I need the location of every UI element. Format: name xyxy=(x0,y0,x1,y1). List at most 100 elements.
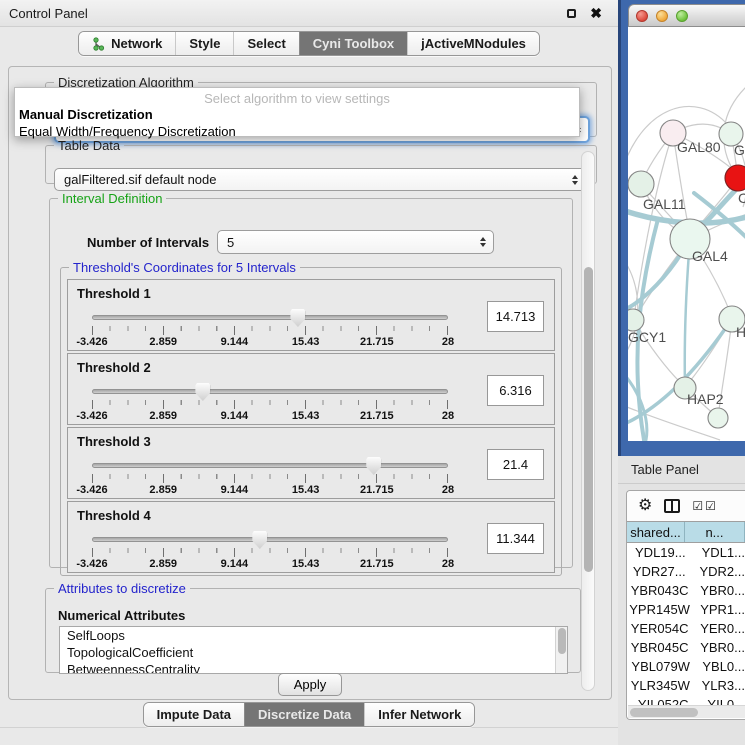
table-row[interactable]: YDR27...YDR2... xyxy=(627,562,745,581)
slider-tick-labels: -3.426 2.859 9.144 15.43 21.715 28 xyxy=(92,410,448,422)
node-label: GAL11 xyxy=(643,196,686,212)
list-scrollbar[interactable] xyxy=(555,627,567,673)
tick-label: -3.426 xyxy=(76,410,107,422)
slider-major-ticks xyxy=(92,548,448,557)
tick-label: -3.426 xyxy=(76,484,107,496)
threshold-value-input[interactable]: 11.344 xyxy=(487,523,544,554)
tick-label: -3.426 xyxy=(76,336,107,348)
tick-label: 15.43 xyxy=(292,336,320,348)
node-partial-bottom[interactable] xyxy=(708,408,728,428)
threshold-row: Threshold 4 -3.426 2.859 9.144 15.43 xyxy=(67,501,555,573)
columns-icon[interactable] xyxy=(664,499,680,513)
tab-network-label: Network xyxy=(111,36,162,51)
slider-track[interactable] xyxy=(92,537,448,542)
threshold-row: Threshold 2 -3.426 2.859 9.144 15.43 xyxy=(67,353,555,425)
tab-discretize-data[interactable]: Discretize Data xyxy=(244,703,364,726)
table-row[interactable]: YLR345WYLR3... xyxy=(627,676,745,695)
tick-label: 9.144 xyxy=(221,410,249,422)
table-body: YDL19...YDL1... YDR27...YDR2... YBR043CY… xyxy=(627,543,745,714)
table-row[interactable]: YDL19...YDL1... xyxy=(627,543,745,562)
tick-label: 2.859 xyxy=(149,336,177,348)
threshold-value-input[interactable]: 14.713 xyxy=(487,301,544,332)
panel-scrollbar-thumb[interactable] xyxy=(584,267,593,572)
checkbox-icon[interactable]: ☑ xyxy=(705,500,716,512)
zoom-traffic-light-icon[interactable] xyxy=(676,10,688,22)
cyni-toolbox-content: Discretization Algorithm Select algorith… xyxy=(8,66,612,700)
threshold-slider[interactable]: -3.426 2.859 9.144 15.43 21.715 28 xyxy=(92,307,448,349)
threshold-slider[interactable]: -3.426 2.859 9.144 15.43 21.715 28 xyxy=(92,455,448,497)
tick-label: 15.43 xyxy=(292,410,320,422)
slider-thumb[interactable] xyxy=(366,457,381,475)
screen: Control Panel ✖ Network Style S xyxy=(0,0,745,745)
network-canvas[interactable]: GAL80 GA C GAL11 GAL4 GCY1 H HAP2 xyxy=(628,27,745,441)
minimize-traffic-light-icon[interactable] xyxy=(656,10,668,22)
numerical-attributes-list[interactable]: SelfLoops TopologicalCoefficient Between… xyxy=(59,626,568,674)
list-item[interactable]: TopologicalCoefficient xyxy=(60,644,567,661)
network-window-titlebar[interactable] xyxy=(628,4,745,27)
tab-select[interactable]: Select xyxy=(233,32,298,55)
table-data-group-title: Table Data xyxy=(54,138,124,153)
slider-thumb[interactable] xyxy=(252,531,267,549)
threshold-slider[interactable]: -3.426 2.859 9.144 15.43 21.715 28 xyxy=(92,529,448,571)
gear-icon[interactable]: ⚙ xyxy=(638,498,652,514)
node-label: GAL4 xyxy=(692,248,728,264)
float-window-icon[interactable] xyxy=(567,9,576,18)
close-icon[interactable]: ✖ xyxy=(590,6,602,20)
tab-style[interactable]: Style xyxy=(175,32,233,55)
table-row[interactable]: YBL079WYBL0... xyxy=(627,657,745,676)
tick-label: 15.43 xyxy=(292,558,320,570)
node-gal11[interactable] xyxy=(628,171,654,197)
node-label: GCY1 xyxy=(628,329,666,345)
slider-track[interactable] xyxy=(92,315,448,320)
list-item[interactable]: SelfLoops xyxy=(60,627,567,644)
tick-label: 28 xyxy=(442,484,454,496)
slider-thumb[interactable] xyxy=(290,309,305,327)
control-panel-titlebar: Control Panel ✖ xyxy=(0,0,618,27)
num-intervals-label: Number of Intervals xyxy=(87,235,209,250)
node-red-selected[interactable] xyxy=(725,165,745,191)
node-label: GAL80 xyxy=(677,139,721,155)
slider-thumb[interactable] xyxy=(195,383,210,401)
close-traffic-light-icon[interactable] xyxy=(636,10,648,22)
column-header-name[interactable]: n... xyxy=(685,522,745,542)
num-intervals-combobox[interactable]: 5 xyxy=(217,230,494,254)
popup-option-manual[interactable]: Manual Discretization xyxy=(15,106,579,123)
tab-cyni-toolbox[interactable]: Cyni Toolbox xyxy=(299,32,407,55)
tab-infer-network[interactable]: Infer Network xyxy=(364,703,474,726)
table-data-selected: galFiltered.sif default node xyxy=(64,172,216,187)
table-scrollbar-thumb[interactable] xyxy=(630,708,698,717)
slider-major-ticks xyxy=(92,474,448,483)
tab-network[interactable]: Network xyxy=(79,32,175,55)
table-row[interactable]: YER054CYER0... xyxy=(627,619,745,638)
table-row[interactable]: YBR045CYBR0... xyxy=(627,638,745,657)
panel-scrollbar[interactable] xyxy=(581,151,595,691)
network-view-window: GAL80 GA C GAL11 GAL4 GCY1 H HAP2 xyxy=(618,0,745,456)
list-scrollbar-thumb[interactable] xyxy=(558,628,566,654)
column-header-shared-name[interactable]: shared... xyxy=(627,522,685,542)
algorithm-dropdown-popup: Select algorithm to view settings Manual… xyxy=(14,87,580,137)
tick-label: 28 xyxy=(442,558,454,570)
threshold-slider[interactable]: -3.426 2.859 9.144 15.43 21.715 28 xyxy=(92,381,448,423)
table-horizontal-scrollbar[interactable] xyxy=(628,705,745,718)
threshold-label: Threshold 4 xyxy=(77,508,151,523)
numerical-attributes-label: Numerical Attributes xyxy=(58,608,185,623)
node-gcy1[interactable] xyxy=(628,309,644,331)
tick-label: 21.715 xyxy=(360,336,394,348)
slider-track[interactable] xyxy=(92,389,448,394)
apply-button[interactable]: Apply xyxy=(278,673,342,696)
node-label: GA xyxy=(734,142,745,158)
tick-label: 15.43 xyxy=(292,484,320,496)
table-row[interactable]: YPR145WYPR1... xyxy=(627,600,745,619)
threshold-value-input[interactable]: 6.316 xyxy=(487,375,544,406)
table-data-combobox[interactable]: galFiltered.sif default node xyxy=(54,168,586,191)
table-row[interactable]: YBR043CYBR0... xyxy=(627,581,745,600)
tab-jactivemnodules[interactable]: jActiveMNodules xyxy=(407,32,539,55)
network-icon xyxy=(92,37,105,51)
slider-track[interactable] xyxy=(92,463,448,468)
tab-impute-data[interactable]: Impute Data xyxy=(144,703,244,726)
tick-label: 9.144 xyxy=(221,336,249,348)
popup-option-equal-width[interactable]: Equal Width/Frequency Discretization xyxy=(15,123,579,140)
threshold-value-input[interactable]: 21.4 xyxy=(487,449,544,480)
popup-header: Select algorithm to view settings xyxy=(15,88,579,106)
checkbox-icon[interactable]: ☑ xyxy=(692,500,703,512)
